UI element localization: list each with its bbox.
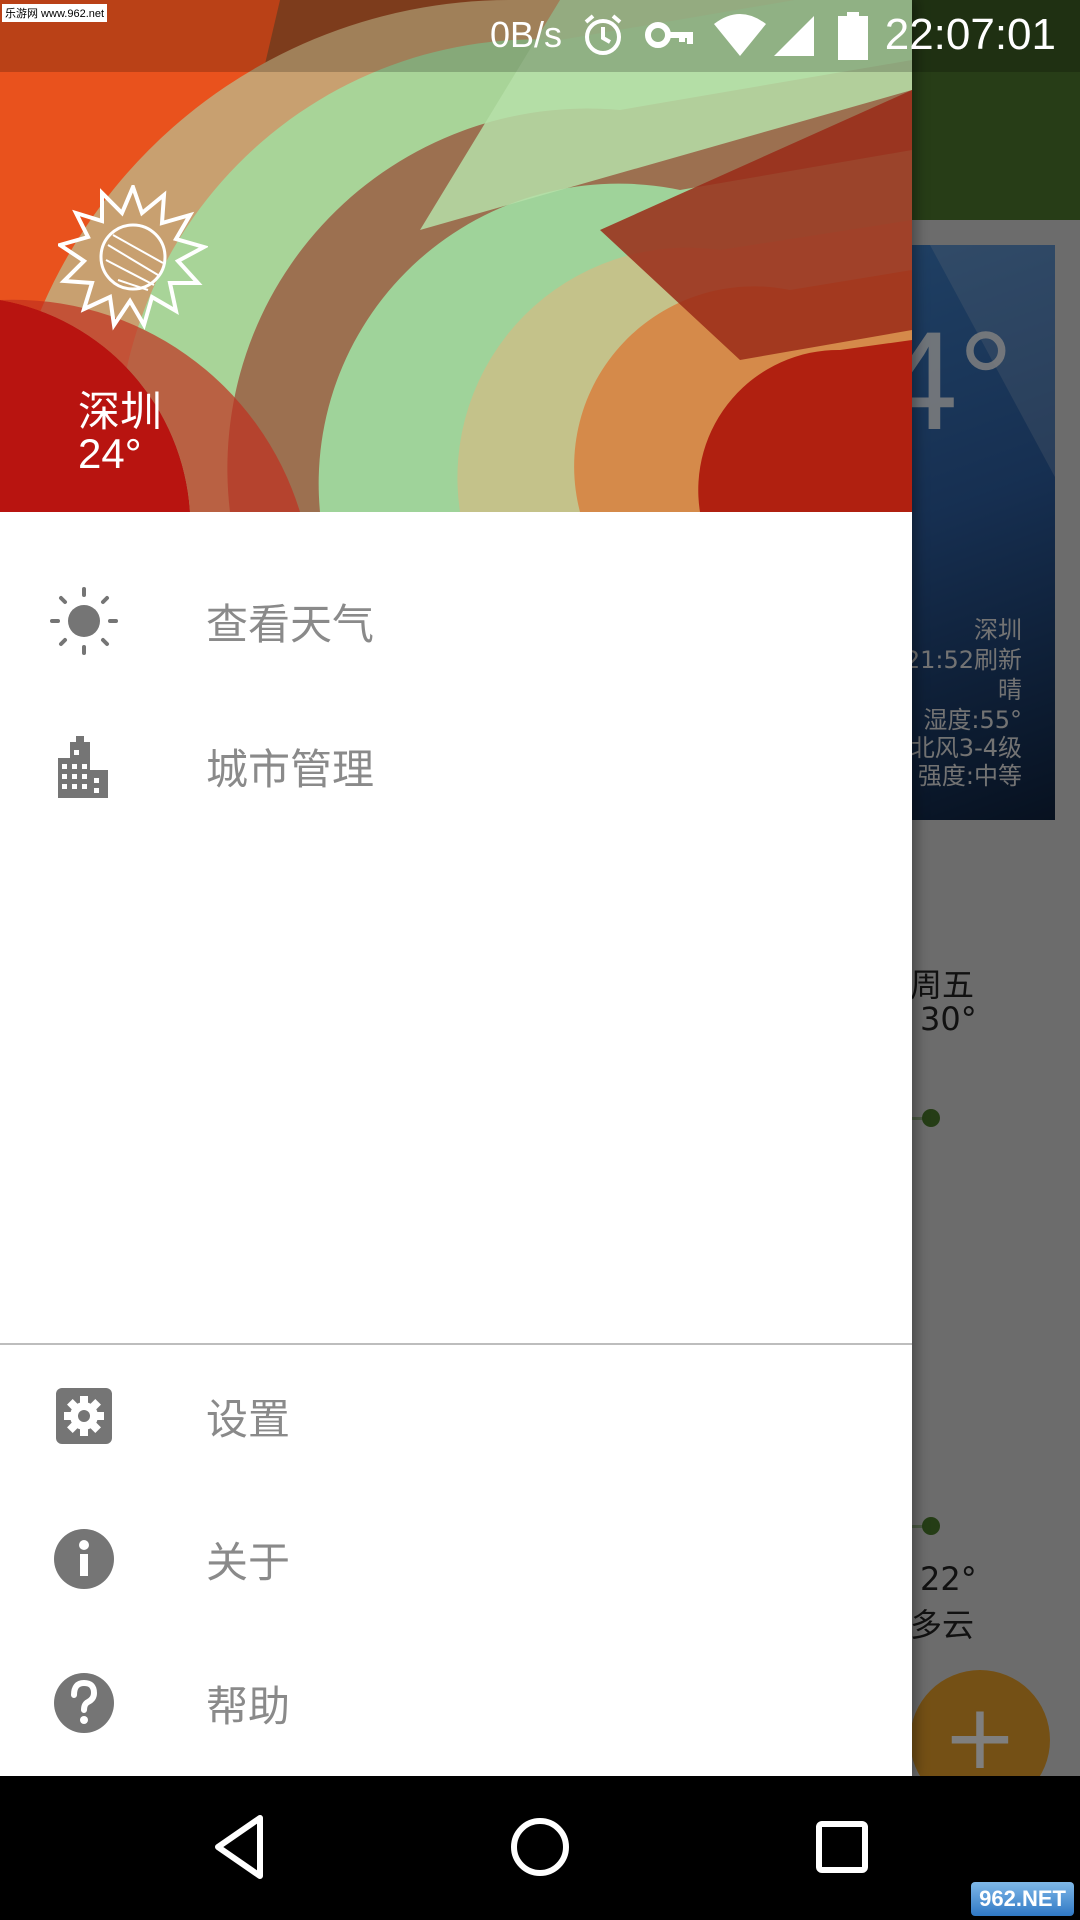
back-icon[interactable] [210,1812,270,1882]
drawer-divider [0,1343,912,1345]
nav-item-help[interactable]: 帮助 [0,1637,912,1757]
network-speed: 0B/s [490,14,563,55]
navigation-drawer: 深圳 24° 查看天气 城市管理 设置 关于 帮助 [0,0,912,1776]
nav-label-view-weather: 查看天气 [206,600,375,649]
nav-label-city-management: 城市管理 [206,745,375,794]
watermark-top: 乐游网 www.962.net [2,4,108,22]
drawer-header: 深圳 24° [0,0,912,512]
alarm-icon [584,14,622,55]
nav-label-about: 关于 [206,1538,291,1587]
city-buildings-icon [58,736,108,798]
wifi-icon [714,14,766,56]
system-navigation-bar: 962.NET [0,1776,1080,1920]
battery-icon [838,12,868,60]
nav-item-city-management[interactable]: 城市管理 [0,700,912,820]
help-icon [54,1673,114,1733]
recents-icon[interactable] [812,1812,872,1882]
status-bar: 0B/s 22:07:01 [0,0,1080,72]
settings-gear-icon [56,1388,112,1444]
nav-label-help: 帮助 [206,1682,291,1731]
vpn-key-icon [645,22,693,48]
nav-item-settings[interactable]: 设置 [0,1350,912,1470]
info-icon [54,1529,114,1589]
nav-item-view-weather[interactable]: 查看天气 [0,555,912,675]
sun-icon [50,587,118,655]
sun-sketch-icon [58,185,208,331]
signal-icon [774,16,814,56]
home-icon[interactable] [508,1812,572,1882]
status-clock: 22:07:01 [884,10,1056,59]
nav-item-about[interactable]: 关于 [0,1493,912,1613]
nav-label-settings: 设置 [206,1395,291,1444]
watermark-bottom: 962.NET [971,1882,1074,1916]
header-temperature: 24° [78,430,142,477]
